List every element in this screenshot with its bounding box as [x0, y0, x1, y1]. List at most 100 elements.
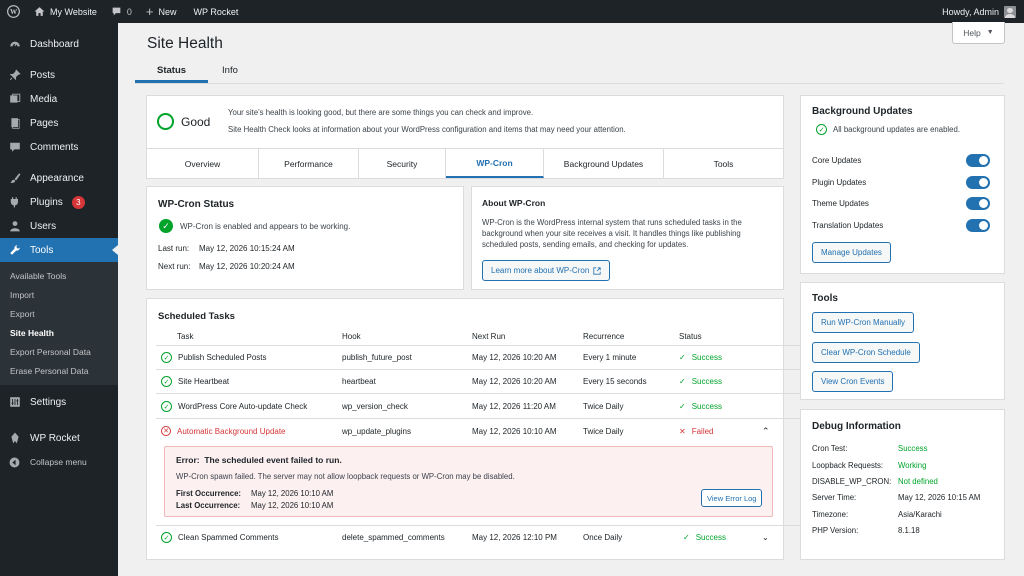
sidebar-item-settings[interactable]: Settings: [0, 390, 118, 414]
sidebar-item-pages[interactable]: Pages: [0, 111, 118, 135]
subtab-security[interactable]: Security: [359, 149, 446, 178]
debug-key: Timezone:: [812, 510, 849, 519]
status-cell: ✕ Failed: [679, 427, 714, 436]
sidebar-item-label: Posts: [30, 69, 56, 81]
next-run-label: Next run:: [158, 262, 191, 271]
recurrence-cell: Every 15 seconds: [583, 377, 647, 386]
run-wp-cron-button[interactable]: Run WP-Cron Manually: [812, 312, 915, 333]
status-text: Success: [695, 533, 726, 542]
collapse-menu-button[interactable]: Collapse menu: [0, 450, 118, 474]
sidebar-item-media[interactable]: Media: [0, 87, 118, 111]
task-cell: ✕ Automatic Background Update: [161, 426, 286, 436]
site-health-tabs: Status Info: [135, 57, 252, 83]
site-name-link[interactable]: My Website: [27, 0, 104, 23]
view-cron-events-button[interactable]: View Cron Events: [812, 371, 894, 392]
sidebar-item-posts[interactable]: Posts: [0, 63, 118, 87]
last-occurrence-value: May 12, 2026 10:10 AM: [251, 501, 334, 510]
recurrence-cell: Once Daily: [583, 533, 623, 542]
help-button[interactable]: Help ▼: [952, 22, 1005, 44]
task-cell: ✓ Clean Spammed Comments: [161, 532, 278, 543]
tools-card: Tools Run WP-Cron Manually Clear WP-Cron…: [800, 282, 1005, 400]
debug-value: Working: [898, 461, 927, 470]
recurrence-cell: Twice Daily: [583, 402, 624, 411]
pin-icon: [8, 69, 21, 82]
learn-more-button[interactable]: Learn more about WP-Cron: [482, 260, 611, 281]
tab-status[interactable]: Status: [135, 57, 209, 83]
first-occurrence-label: First Occurrence:: [176, 489, 241, 498]
comment-bubble-icon: [112, 7, 121, 16]
col-hook: Hook: [342, 331, 361, 341]
manage-updates-button[interactable]: Manage Updates: [812, 242, 891, 263]
external-link-icon: [593, 266, 601, 275]
health-rating: Good: [181, 114, 211, 129]
wp-rocket-bar-link[interactable]: WP Rocket: [183, 0, 245, 23]
error-detail: WP-Cron spawn failed. The server may not…: [176, 472, 515, 481]
submenu-import[interactable]: Import: [0, 285, 118, 304]
check-circle-icon: ✓: [159, 219, 173, 233]
core-updates-toggle[interactable]: [966, 153, 990, 167]
translation-updates-toggle[interactable]: [966, 218, 990, 232]
submenu-available-tools[interactable]: Available Tools: [0, 266, 118, 285]
sidebar-item-label: Comments: [30, 141, 79, 153]
subtab-performance[interactable]: Performance: [259, 149, 359, 178]
recurrence-cell: Every 1 minute: [583, 353, 637, 362]
x-icon: ✕: [679, 426, 686, 436]
wp-cron-status-title: WP-Cron Status: [158, 199, 235, 210]
subtab-background-updates[interactable]: Background Updates: [544, 149, 664, 178]
hook-cell: delete_spammed_comments: [342, 533, 445, 542]
submenu-erase-personal-data[interactable]: Erase Personal Data: [0, 361, 118, 380]
checkmark-icon: ✓: [683, 533, 690, 542]
plugin-updates-toggle[interactable]: [966, 175, 990, 189]
theme-updates-toggle[interactable]: [966, 196, 990, 210]
new-label: New: [158, 6, 177, 17]
greeting: Howdy, Admin: [942, 6, 999, 17]
sidebar-item-tools[interactable]: Tools: [0, 238, 118, 262]
view-error-log-label: View Error Log: [707, 493, 757, 503]
subtab-overview[interactable]: Overview: [147, 149, 259, 178]
sidebar-item-label: Plugins: [30, 196, 63, 208]
subtab-wp-cron[interactable]: WP-Cron: [446, 149, 544, 178]
status-text: Failed: [691, 426, 714, 436]
debug-key: DISABLE_WP_CRON:: [812, 477, 892, 486]
sidebar-item-comments[interactable]: Comments: [0, 135, 118, 159]
recurrence-cell: Twice Daily: [583, 426, 624, 436]
checkmark-icon: ✓: [679, 353, 686, 362]
debug-row: Loopback Requests: Working: [812, 461, 926, 470]
view-cron-events-label: View Cron Events: [821, 377, 885, 386]
comments-link[interactable]: 0: [104, 0, 139, 23]
theme-updates-label: Theme Updates: [812, 198, 869, 208]
tab-info[interactable]: Info: [210, 57, 250, 83]
chevron-up-icon[interactable]: ⌃: [762, 426, 770, 437]
debug-value: 8.1.18: [898, 526, 920, 535]
sidebar-item-label: Appearance: [30, 172, 84, 184]
new-content-link[interactable]: + New: [139, 0, 184, 23]
debug-information-card: Debug Information Cron Test: Success Loop…: [800, 409, 1005, 560]
chevron-down-icon[interactable]: ⌄: [762, 533, 769, 542]
clear-wp-cron-button[interactable]: Clear WP-Cron Schedule: [812, 342, 920, 363]
subtab-tools[interactable]: Tools: [664, 149, 783, 178]
collapse-icon: [8, 456, 21, 469]
submenu-export[interactable]: Export: [0, 304, 118, 323]
sidebar-item-plugins[interactable]: Plugins 3: [0, 190, 118, 214]
submenu-export-personal-data[interactable]: Export Personal Data: [0, 342, 118, 361]
clear-wp-cron-label: Clear WP-Cron Schedule: [821, 348, 911, 357]
wordpress-logo-button[interactable]: W: [0, 0, 27, 23]
debug-key: Server Time:: [812, 493, 857, 502]
debug-row: DISABLE_WP_CRON: Not defined: [812, 477, 938, 486]
sidebar-item-users[interactable]: Users: [0, 214, 118, 238]
core-updates-label: Core Updates: [812, 155, 862, 165]
caret-down-icon: ▼: [986, 29, 994, 36]
sidebar-item-wp-rocket[interactable]: WP Rocket: [0, 426, 118, 450]
about-wp-cron-card: About WP-Cron WP-Cron is the WordPress i…: [471, 186, 784, 290]
sidebar-item-appearance[interactable]: Appearance: [0, 166, 118, 190]
sidebar-item-dashboard[interactable]: Dashboard: [0, 32, 118, 56]
status-text: Success: [691, 353, 722, 362]
submenu-site-health[interactable]: Site Health: [0, 323, 118, 342]
settings-icon: [8, 396, 21, 409]
my-account-link[interactable]: Howdy, Admin: [942, 5, 1024, 18]
status-cell: ✓ Success: [679, 353, 722, 362]
task-cell: ✓ Publish Scheduled Posts: [161, 352, 267, 363]
translation-updates-label: Translation Updates: [812, 220, 884, 230]
about-wp-cron-title: About WP-Cron: [482, 198, 546, 208]
view-error-log-button[interactable]: View Error Log: [701, 489, 763, 507]
